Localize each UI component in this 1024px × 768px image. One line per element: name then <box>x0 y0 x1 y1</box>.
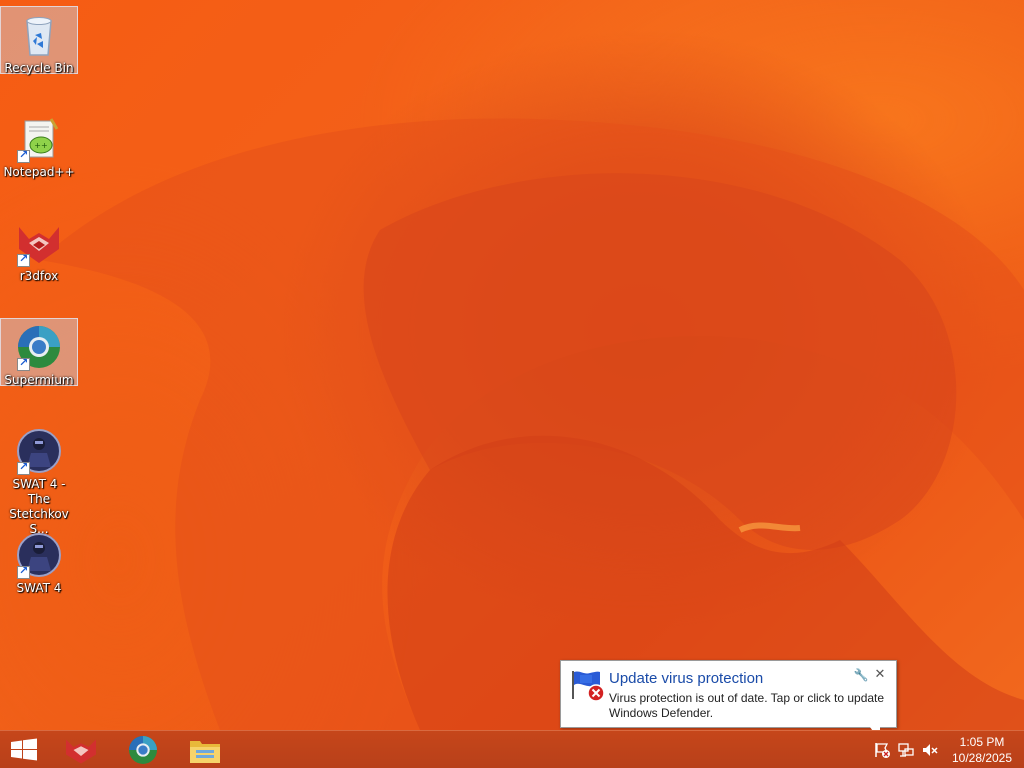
desktop-icon-label: r3dfox <box>19 269 59 283</box>
close-icon[interactable]: ✕ <box>872 667 888 683</box>
desktop-icon-notepadpp[interactable]: ++ Notepad++ <box>0 110 78 181</box>
shortcut-arrow-icon <box>17 356 30 371</box>
svg-text:++: ++ <box>34 141 47 150</box>
shortcut-arrow-icon <box>17 252 30 267</box>
wallpaper-swirl <box>40 118 1024 730</box>
desktop-icon-supermium[interactable]: Supermium <box>0 318 78 387</box>
taskbar: 1:05 PM 10/28/2025 <box>0 730 1024 768</box>
clock-time: 1:05 PM <box>959 735 1005 749</box>
taskbar-app-supermium[interactable] <box>113 731 173 768</box>
swat4-icon <box>15 531 63 579</box>
volume-muted-icon[interactable] <box>921 741 939 759</box>
supermium-icon <box>129 736 157 764</box>
taskbar-app-file-explorer[interactable] <box>175 731 235 768</box>
shortcut-arrow-icon <box>17 148 30 163</box>
desktop-icon-label: SWAT 4 <box>16 581 62 595</box>
action-center-flag-icon[interactable] <box>873 741 891 759</box>
desktop-icon-r3dfox[interactable]: r3dfox <box>0 214 78 285</box>
shortcut-arrow-icon <box>17 564 30 579</box>
desktop-icon-swat4[interactable]: SWAT 4 <box>0 526 78 597</box>
notepadpp-icon: ++ <box>15 115 63 163</box>
notification-balloon[interactable]: Update virus protection Virus protection… <box>560 660 897 728</box>
desktop-icon-swat4-stetchkov[interactable]: SWAT 4 - The Stetchkov S... <box>0 422 78 538</box>
desktop-icon-recycle-bin[interactable]: Recycle Bin <box>0 6 78 75</box>
notification-message: Virus protection is out of date. Tap or … <box>609 691 885 720</box>
desktop-icon-label: Recycle Bin <box>4 61 74 75</box>
swat4-icon <box>15 427 63 475</box>
network-icon[interactable] <box>897 741 915 759</box>
r3dfox-icon <box>15 219 63 267</box>
start-button[interactable] <box>0 731 48 768</box>
taskbar-clock[interactable]: 1:05 PM 10/28/2025 <box>944 734 1020 766</box>
file-explorer-icon <box>190 741 220 763</box>
desktop-icon-label: Notepad++ <box>3 165 75 179</box>
wrench-icon[interactable]: 🔧 <box>853 668 869 684</box>
windows-logo-icon <box>11 738 37 761</box>
shortcut-arrow-icon <box>17 460 30 475</box>
r3dfox-icon <box>66 739 96 764</box>
windows-defender-warning-icon <box>570 669 606 703</box>
notification-title: Update virus protection <box>609 670 764 687</box>
clock-date: 10/28/2025 <box>951 751 1013 765</box>
supermium-icon <box>15 323 63 371</box>
recycle-bin-icon <box>15 11 63 59</box>
taskbar-app-r3dfox[interactable] <box>51 731 111 768</box>
desktop-icon-label: Supermium <box>4 373 74 387</box>
